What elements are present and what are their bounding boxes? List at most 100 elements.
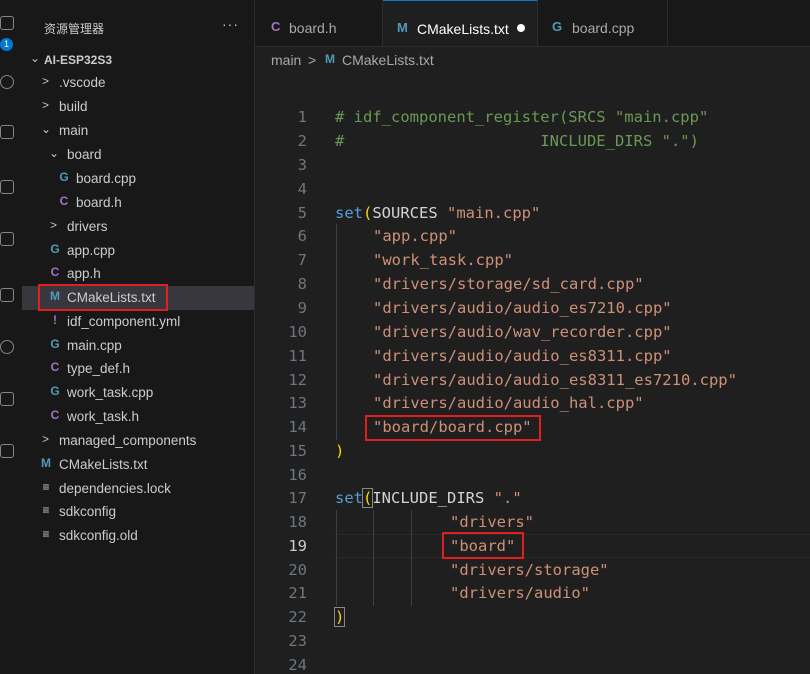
cpp-file-icon: G [50,337,60,351]
tree-file-app-h[interactable]: C app.h [22,262,254,286]
code-line: "app.cpp" [373,227,457,245]
code-token: "." [493,489,522,507]
code-line: "drivers/audio" [450,584,590,602]
tree-folder-vscode[interactable]: > .vscode [22,71,254,95]
search-icon[interactable] [0,75,14,89]
breadcrumb-file[interactable]: CMakeLists.txt [342,52,434,68]
code-editor[interactable]: 1 2 3 4 5 6 7 8 9 10 11 12 13 14 15 16 1… [255,70,810,674]
bug-icon[interactable] [0,444,14,458]
tree-item-label: work_task.cpp [67,385,154,400]
tree-item-label: .vscode [59,75,106,90]
more-actions-icon[interactable]: ··· [222,16,239,32]
code-line: # INCLUDE_DIRS ".") [335,132,699,150]
text-file-icon: ≡ [42,527,50,541]
tab-board-cpp[interactable]: G board.cpp [538,0,668,46]
run-debug-icon[interactable] [0,180,14,194]
badge-count: 1 [0,38,13,51]
tab-bar: C board.h M CMakeLists.txt G board.cpp [255,0,810,47]
line-number: 12 [288,371,307,389]
breadcrumb-separator: > [308,52,317,68]
tree-file-board-h[interactable]: C board.h [22,191,254,215]
espressif-icon[interactable] [0,340,14,354]
unsaved-dot-icon[interactable] [517,24,525,32]
yml-file-icon: ! [53,313,57,327]
tree-file-idf-component[interactable]: ! idf_component.yml [22,310,254,334]
line-number: 18 [288,513,307,531]
line-number: 3 [297,156,307,174]
tree-item-label: main [59,123,89,138]
code-token: set [335,489,363,507]
tree-file-board-cpp[interactable]: G board.cpp [22,167,254,191]
tree-folder-drivers[interactable]: > drivers [22,215,254,239]
remote-icon[interactable] [0,392,14,406]
tree-file-dependencies-lock[interactable]: ≡ dependencies.lock [22,477,254,501]
code-token: SOURCES [372,204,447,222]
tree-file-type-def-h[interactable]: C type_def.h [22,357,254,381]
tree-item-label: board [67,147,102,162]
code-token: ( [361,488,374,508]
tab-label: board.cpp [572,20,635,36]
workspace-root[interactable]: ⌄ AI-ESP32S3 [22,48,254,72]
chevron-right-icon: > [50,218,58,232]
tree-file-main-cpp[interactable]: G main.cpp [22,334,254,358]
code-token: "main.cpp" [447,204,541,222]
breadcrumb-folder[interactable]: main [271,52,301,68]
files-icon[interactable] [0,16,14,30]
tree-item-label: main.cpp [67,338,122,353]
tree-folder-main[interactable]: ⌄ main [22,119,254,143]
c-file-icon: C [50,408,60,422]
code-token: ( [363,204,373,222]
c-file-icon: C [50,360,60,374]
line-number: 10 [288,323,307,341]
line-number: 17 [288,489,307,507]
tree-folder-board[interactable]: ⌄ board [22,143,254,167]
line-number: 15 [288,442,307,460]
indent-guide [411,510,412,606]
tree-file-app-cpp[interactable]: G app.cpp [22,239,254,263]
c-file-icon: C [59,194,69,208]
line-number: 16 [288,466,307,484]
cpp-file-icon: G [50,242,60,256]
line-number: 14 [288,418,307,436]
highlight-box [38,284,168,311]
tree-file-sdkconfig-old[interactable]: ≡ sdkconfig.old [22,524,254,548]
code-line: # idf_component_register(SRCS "main.cpp" [335,108,709,126]
tree-item-label: board.cpp [76,171,137,186]
cmake-file-icon: M [397,20,408,35]
source-control-icon[interactable] [0,125,14,139]
tree-file-work-task-h[interactable]: C work_task.h [22,405,254,429]
indent-guide [336,510,337,606]
tree-file-work-task-cpp[interactable]: G work_task.cpp [22,381,254,405]
line-number: 8 [297,275,307,293]
tree-folder-build[interactable]: > build [22,95,254,119]
chevron-down-icon: ⌄ [41,122,52,136]
explorer-header: 资源管理器 ··· [22,0,254,36]
testing-icon[interactable] [0,288,14,302]
code-line: "drivers/audio/audio_es8311_es7210.cpp" [373,371,737,389]
line-number: 20 [288,561,307,579]
tree-item-label: CMakeLists.txt [59,457,148,472]
highlight-box [365,415,541,441]
tree-item-label: work_task.h [67,409,140,424]
line-number: 19 [288,537,307,555]
line-number: 13 [288,394,307,412]
tree-file-sdkconfig[interactable]: ≡ sdkconfig [22,500,254,524]
breadcrumb: main > M CMakeLists.txt [255,48,810,70]
text-file-icon: ≡ [42,480,50,494]
tab-board-h[interactable]: C board.h [255,0,383,46]
chevron-down-icon: ⌄ [30,51,41,65]
line-number: 2 [297,132,307,150]
line-number: 22 [288,608,307,626]
tab-cmakelists[interactable]: M CMakeLists.txt [383,0,538,46]
code-line: "drivers/audio/audio_es7210.cpp" [373,299,672,317]
tree-item-label: drivers [67,219,108,234]
code-line: "drivers/audio/audio_es8311.cpp" [373,347,672,365]
tree-folder-managed-components[interactable]: > managed_components [22,429,254,453]
indent-guide [373,510,374,606]
cmake-file-icon: M [41,456,51,470]
extensions-icon[interactable] [0,232,14,246]
tree-file-cmakelists-root[interactable]: M CMakeLists.txt [22,453,254,477]
code-line: "work_task.cpp" [373,251,513,269]
current-line-highlight [335,534,810,558]
chevron-down-icon: ⌄ [49,146,60,160]
